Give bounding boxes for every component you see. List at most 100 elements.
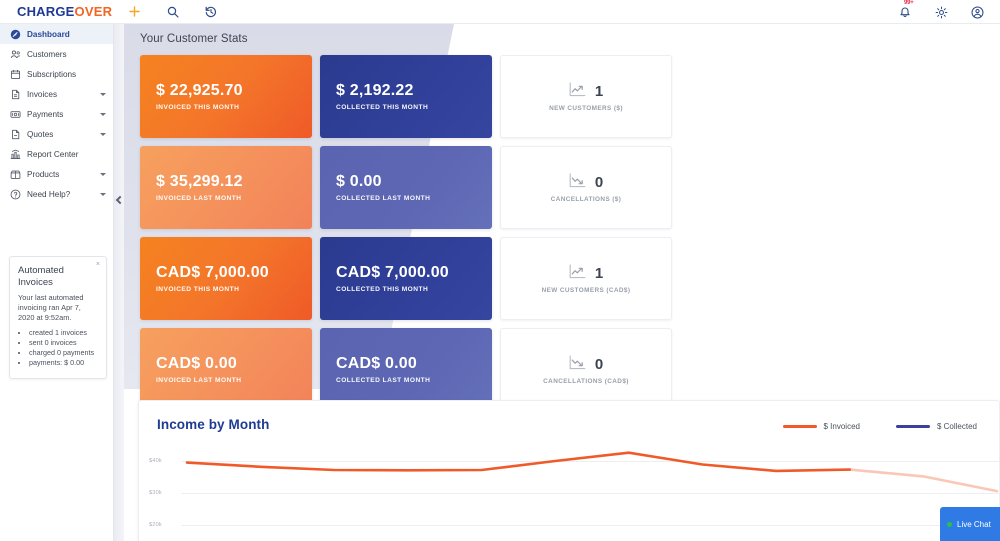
decorative-left-strip xyxy=(114,24,124,541)
chart-legend: $ Invoiced $ Collected xyxy=(783,422,978,431)
legend-swatch xyxy=(783,425,817,428)
stat-card-value: 0 xyxy=(595,357,603,372)
chevron-down-icon[interactable] xyxy=(100,193,106,196)
stat-card-label: COLLECTED LAST MONTH xyxy=(336,195,492,202)
stat-card-navy[interactable]: CAD$ 7,000.00COLLECTED THIS MONTH xyxy=(320,237,492,320)
stat-card-metric[interactable]: 1 NEW CUSTOMERS (CAD$) xyxy=(500,237,672,320)
stat-card-top: 1 xyxy=(569,264,603,284)
app-root: CHARGEOVER 99+ xyxy=(0,0,1000,541)
sidebar-item-dashboard[interactable]: Dashboard xyxy=(0,24,113,44)
trend-down-icon xyxy=(569,173,586,193)
stat-card-value: 1 xyxy=(595,266,603,281)
stat-card-metric[interactable]: 0CANCELLATIONS (CAD$) xyxy=(500,328,672,411)
history-icon[interactable] xyxy=(202,3,219,20)
top-bar-right-actions: 99+ xyxy=(898,0,986,24)
widget-bullet-list: created 1 invoicessent 0 invoicescharged… xyxy=(18,328,98,369)
sidebar-item-label: Customers xyxy=(27,50,106,59)
stat-card-orange-pale[interactable]: $ 35,299.12INVOICED LAST MONTH xyxy=(140,146,312,229)
widget-bullet-item: payments: $ 0.00 xyxy=(29,358,98,368)
sidebar-item-label: Dashboard xyxy=(27,30,106,39)
sidebar-item-quotes[interactable]: Quotes xyxy=(0,124,113,144)
user-account-icon[interactable] xyxy=(969,4,986,21)
sidebar-item-need-help[interactable]: Need Help? xyxy=(0,184,113,204)
sidebar-item-label: Subscriptions xyxy=(27,70,106,79)
sidebar-nav: Dashboard Customers Subscriptions Invoices P… xyxy=(0,24,113,204)
report-center-icon xyxy=(9,148,21,160)
live-chat-button[interactable]: Live Chat xyxy=(940,507,1000,541)
sidebar-item-label: Invoices xyxy=(27,90,100,99)
sidebar-item-label: Products xyxy=(27,170,100,179)
app-logo[interactable]: CHARGEOVER xyxy=(0,5,115,18)
subscriptions-icon xyxy=(9,68,21,80)
stat-card-orange[interactable]: CAD$ 7,000.00 INVOICED THIS MONTH xyxy=(140,237,312,320)
sidebar-collapse-button[interactable] xyxy=(114,177,126,223)
chevron-left-icon xyxy=(116,196,124,204)
stat-card-label: INVOICED THIS MONTH xyxy=(156,286,312,293)
stat-card-navy[interactable]: $ 2,192.22COLLECTED THIS MONTH xyxy=(320,55,492,138)
sidebar-item-label: Report Center xyxy=(27,150,106,159)
invoices-icon xyxy=(9,88,21,100)
legend-label: $ Collected xyxy=(937,422,977,431)
stats-card-grid: $ 22,925.70INVOICED THIS MONTH$ 2,192.22… xyxy=(140,55,672,419)
stats-card-row: $ 35,299.12INVOICED LAST MONTH $ 0.00 COLL… xyxy=(140,146,672,229)
stat-card-value: 0 xyxy=(595,175,603,190)
stat-card-value: CAD$ 7,000.00 xyxy=(156,264,312,282)
stat-card-label: NEW CUSTOMERS (CAD$) xyxy=(542,287,631,294)
stat-card-value: $ 35,299.12 xyxy=(156,173,312,191)
logo-text-accent: OVER xyxy=(75,4,113,19)
stats-card-row: CAD$ 7,000.00INVOICED THIS MONTHCAD$ 7,0… xyxy=(140,237,672,320)
sidebar-item-customers[interactable]: Customers xyxy=(0,44,113,64)
stat-card-navy-pale[interactable]: CAD$ 0.00 COLLECTED LAST MONTH xyxy=(320,328,492,411)
dashboard-icon xyxy=(9,28,21,40)
quotes-icon xyxy=(9,128,21,140)
stat-card-value: $ 0.00 xyxy=(336,173,492,191)
chart-title: Income by Month xyxy=(157,417,270,432)
legend-label: $ Invoiced xyxy=(824,422,860,431)
widget-close-icon[interactable]: × xyxy=(96,261,100,268)
trend-down-icon xyxy=(569,355,586,375)
stat-card-top: 0 xyxy=(569,355,603,375)
stat-card-metric[interactable]: 1NEW CUSTOMERS ($) xyxy=(500,55,672,138)
trend-up-icon xyxy=(569,264,586,284)
stat-card-label: COLLECTED LAST MONTH xyxy=(336,377,492,384)
logo-text-primary: CHARGE xyxy=(17,4,75,19)
stat-card-orange-pale[interactable]: CAD$ 0.00INVOICED LAST MONTH xyxy=(140,328,312,411)
sidebar-item-invoices[interactable]: Invoices xyxy=(0,84,113,104)
stat-card-label: COLLECTED THIS MONTH xyxy=(336,286,492,293)
chevron-down-icon[interactable] xyxy=(100,93,106,96)
stat-card-top: 0 xyxy=(569,173,603,193)
sidebar-item-payments[interactable]: Payments xyxy=(0,104,113,124)
top-bar-actions xyxy=(126,3,219,20)
stat-card-navy-pale[interactable]: $ 0.00 COLLECTED LAST MONTH xyxy=(320,146,492,229)
sidebar-item-report-center[interactable]: Report Center xyxy=(0,144,113,164)
income-by-month-chart-card: Income by Month $ Invoiced$ Collected $4… xyxy=(138,400,1000,541)
automated-invoices-widget: × Automated Invoices Your last automated… xyxy=(9,256,107,379)
chart-series-invoiced xyxy=(139,439,1000,541)
sidebar-item-subscriptions[interactable]: Subscriptions xyxy=(0,64,113,84)
stat-card-label: COLLECTED THIS MONTH xyxy=(336,104,492,111)
stat-card-value: $ 22,925.70 xyxy=(156,82,312,100)
customers-icon xyxy=(9,48,21,60)
legend-item[interactable]: $ Invoiced xyxy=(783,422,860,431)
stat-card-value: CAD$ 0.00 xyxy=(336,355,492,373)
stat-card-metric[interactable]: 0 CANCELLATIONS ($) xyxy=(500,146,672,229)
legend-item[interactable]: $ Collected xyxy=(896,422,977,431)
widget-bullet-item: charged 0 payments xyxy=(29,348,98,358)
sidebar-item-products[interactable]: Products xyxy=(0,164,113,184)
chevron-down-icon[interactable] xyxy=(100,133,106,136)
stat-card-orange[interactable]: $ 22,925.70INVOICED THIS MONTH xyxy=(140,55,312,138)
chevron-down-icon[interactable] xyxy=(100,173,106,176)
chevron-down-icon[interactable] xyxy=(100,113,106,116)
gear-icon[interactable] xyxy=(933,4,950,21)
sidebar: Dashboard Customers Subscriptions Invoices P… xyxy=(0,24,114,541)
widget-bullet-item: sent 0 invoices xyxy=(29,338,98,348)
sidebar-item-label: Need Help? xyxy=(27,190,100,199)
widget-title: Automated Invoices xyxy=(18,265,98,289)
notifications-button[interactable]: 99+ xyxy=(898,4,914,20)
stat-card-label: CANCELLATIONS ($) xyxy=(551,196,622,203)
add-new-button[interactable] xyxy=(126,3,143,20)
notification-count-badge: 99+ xyxy=(904,0,914,6)
stats-card-row: $ 22,925.70INVOICED THIS MONTH$ 2,192.22… xyxy=(140,55,672,138)
stat-card-value: CAD$ 0.00 xyxy=(156,355,312,373)
search-icon[interactable] xyxy=(164,3,181,20)
